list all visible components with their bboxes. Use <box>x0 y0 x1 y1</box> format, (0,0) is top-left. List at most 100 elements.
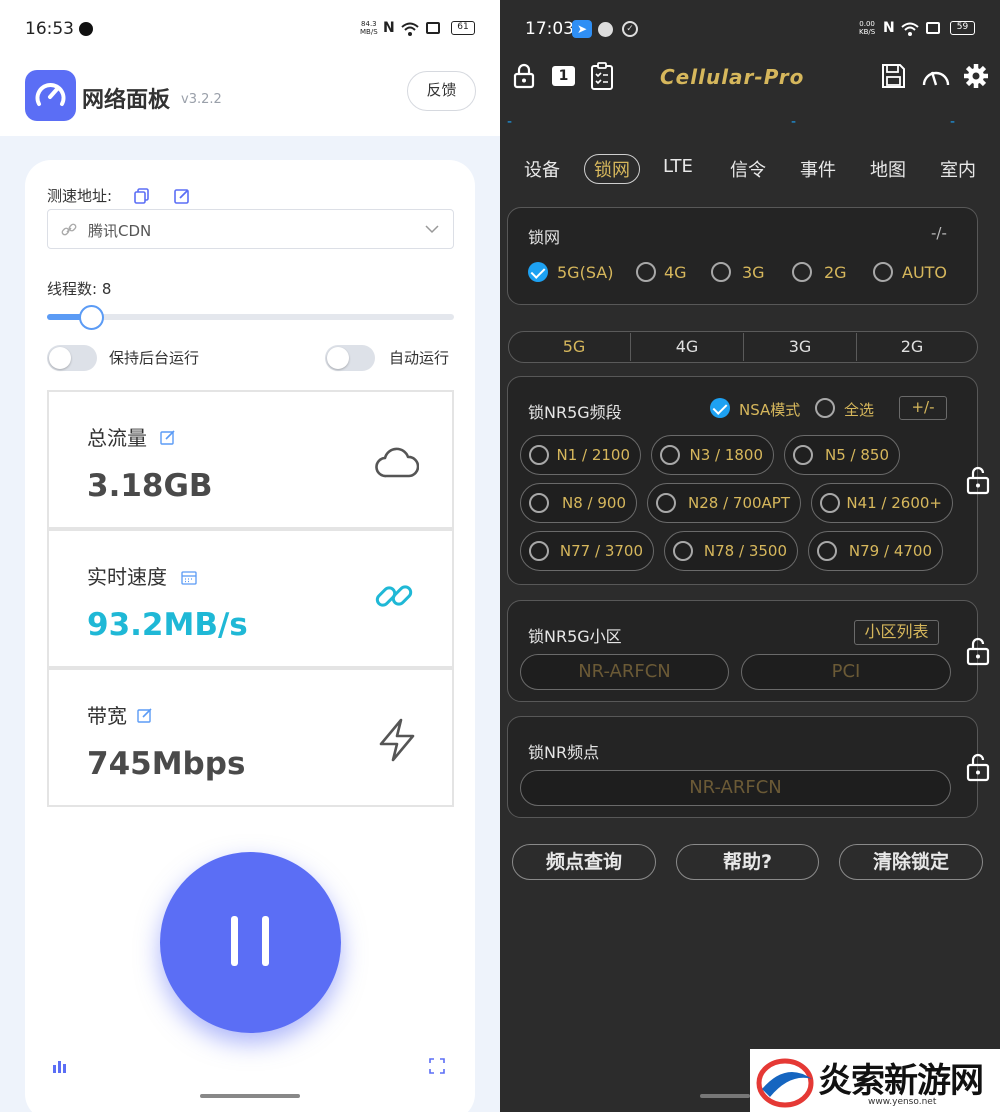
segment-4g[interactable]: 4G <box>631 332 743 362</box>
watermark: 炎索新游网 www.yenso.net <box>750 1049 1000 1112</box>
gauge-icon[interactable] <box>921 63 951 89</box>
pci-input[interactable]: PCI <box>741 654 951 690</box>
left-screenshot: 16:53 84.3 MB/S N 61 网络面板 v3.2.2 反馈 测速地址:… <box>0 0 500 1112</box>
freq-query-button[interactable]: 频点查询 <box>512 844 656 880</box>
speedometer-icon <box>35 82 66 106</box>
band-n5[interactable]: N5 / 850 <box>784 435 900 475</box>
net-speed: 0.00 KB/S <box>859 20 876 36</box>
band-n28[interactable]: N28 / 700APT <box>647 483 801 523</box>
radio-auto-label: AUTO <box>902 263 948 282</box>
total-traffic-value: 3.18GB <box>87 468 213 504</box>
background-run-label: 保持后台运行 <box>109 349 200 367</box>
radio-2g[interactable] <box>792 262 812 282</box>
tab-signaling[interactable]: 信令 <box>730 156 766 182</box>
home-indicator[interactable] <box>700 1094 750 1098</box>
radio-2g-label: 2G <box>824 263 847 282</box>
lock-icon[interactable] <box>513 63 535 89</box>
cell-list-button[interactable]: 小区列表 <box>854 620 939 645</box>
info-dash: - <box>950 114 956 130</box>
threads-slider-track[interactable] <box>47 314 454 320</box>
watermark-logo-icon <box>756 1058 814 1108</box>
total-traffic-title: 总流量 <box>87 426 147 450</box>
select-all-label: 全选 <box>844 401 875 419</box>
lightning-icon <box>379 718 415 762</box>
band-n78[interactable]: N78 / 3500 <box>664 531 798 571</box>
edit-icon[interactable] <box>160 430 176 446</box>
padlock-icon[interactable] <box>966 465 990 495</box>
pause-button[interactable] <box>160 852 341 1033</box>
select-all-checkbox[interactable] <box>815 398 835 418</box>
sim-card-icon[interactable]: 1 <box>552 66 575 86</box>
app-name: 网络面板 <box>82 88 171 113</box>
segment-2g[interactable]: 2G <box>857 332 967 362</box>
watermark-url: www.yenso.net <box>868 1097 937 1107</box>
radio-4g[interactable] <box>636 262 656 282</box>
status-time: 16:53 <box>25 19 74 39</box>
tab-lte[interactable]: LTE <box>663 156 693 177</box>
realtime-speed-title: 实时速度 <box>87 565 167 589</box>
band-n1[interactable]: N1 / 2100 <box>520 435 641 475</box>
fullscreen-icon[interactable] <box>429 1058 445 1074</box>
cloud-icon <box>375 447 419 478</box>
nfc-icon: N <box>883 20 895 36</box>
link-icon <box>61 223 77 236</box>
screen-icon <box>426 22 440 34</box>
edit-icon[interactable] <box>137 708 153 724</box>
brand-logo: Cellular-Pro <box>660 65 805 89</box>
tab-map[interactable]: 地图 <box>870 156 906 182</box>
band-n41[interactable]: N41 / 2600+ <box>811 483 953 523</box>
plus-minus-button[interactable]: +/- <box>899 396 947 420</box>
speed-url-select[interactable]: 腾讯CDN <box>47 209 454 249</box>
nr-cell-title: 锁NR5G小区 <box>528 627 622 646</box>
padlock-icon[interactable] <box>966 636 990 666</box>
screen-icon <box>926 22 940 34</box>
tab-device[interactable]: 设备 <box>524 156 560 182</box>
nr-arfcn-input[interactable]: NR-ARFCN <box>520 654 729 690</box>
band-n79[interactable]: N79 / 4700 <box>808 531 943 571</box>
info-dash: - <box>507 114 513 130</box>
padlock-icon[interactable] <box>966 752 990 782</box>
lock-net-ratio: -/- <box>931 224 947 242</box>
save-icon[interactable] <box>881 63 906 89</box>
speed-url-label: 测速地址: <box>47 187 113 205</box>
battery-icon: 61 <box>451 21 475 35</box>
gear-icon[interactable] <box>963 63 989 89</box>
edit-icon[interactable] <box>173 187 191 205</box>
segment-3g[interactable]: 3G <box>744 332 856 362</box>
radio-5g-sa[interactable] <box>528 262 548 282</box>
status-bar: 16:53 84.3 MB/S N 61 <box>0 0 500 60</box>
lock-net-panel <box>507 207 978 305</box>
band-n77[interactable]: N77 / 3700 <box>520 531 654 571</box>
wifi-icon <box>401 22 419 36</box>
lock-net-title: 锁网 <box>528 228 561 247</box>
copy-icon[interactable] <box>133 187 151 205</box>
auto-run-toggle[interactable] <box>325 345 375 371</box>
feedback-button[interactable]: 反馈 <box>407 71 476 111</box>
background-run-toggle[interactable] <box>47 345 97 371</box>
nr-band-title: 锁NR5G频段 <box>528 403 622 422</box>
tab-lock-net[interactable]: 锁网 <box>594 156 630 182</box>
threads-slider-handle[interactable] <box>79 305 104 330</box>
band-n8[interactable]: N8 / 900 <box>520 483 637 523</box>
home-indicator[interactable] <box>200 1094 300 1098</box>
tab-events[interactable]: 事件 <box>800 156 836 182</box>
bar-chart-icon[interactable] <box>52 1058 68 1074</box>
help-button[interactable]: 帮助? <box>676 844 819 880</box>
watermark-text: 炎索新游网 <box>818 1061 984 1101</box>
radio-auto[interactable] <box>873 262 893 282</box>
clear-lock-button[interactable]: 清除锁定 <box>839 844 983 880</box>
tab-indoor[interactable]: 室内 <box>940 156 976 182</box>
calendar-icon[interactable] <box>181 569 197 585</box>
app-logo <box>25 70 76 121</box>
nr-freq-arfcn-input[interactable]: NR-ARFCN <box>520 770 951 806</box>
bandwidth-title: 带宽 <box>87 704 127 728</box>
radio-3g[interactable] <box>711 262 731 282</box>
check-circle-icon: ✓ <box>622 21 638 37</box>
nsa-mode-checkbox[interactable] <box>710 398 730 418</box>
realtime-speed-value: 93.2MB/s <box>87 607 248 643</box>
band-n3[interactable]: N3 / 1800 <box>651 435 774 475</box>
clipboard-icon[interactable] <box>590 62 614 90</box>
segment-5g[interactable]: 5G <box>518 332 630 362</box>
threads-label: 线程数: 8 <box>47 280 112 298</box>
info-dash: - <box>791 114 797 130</box>
